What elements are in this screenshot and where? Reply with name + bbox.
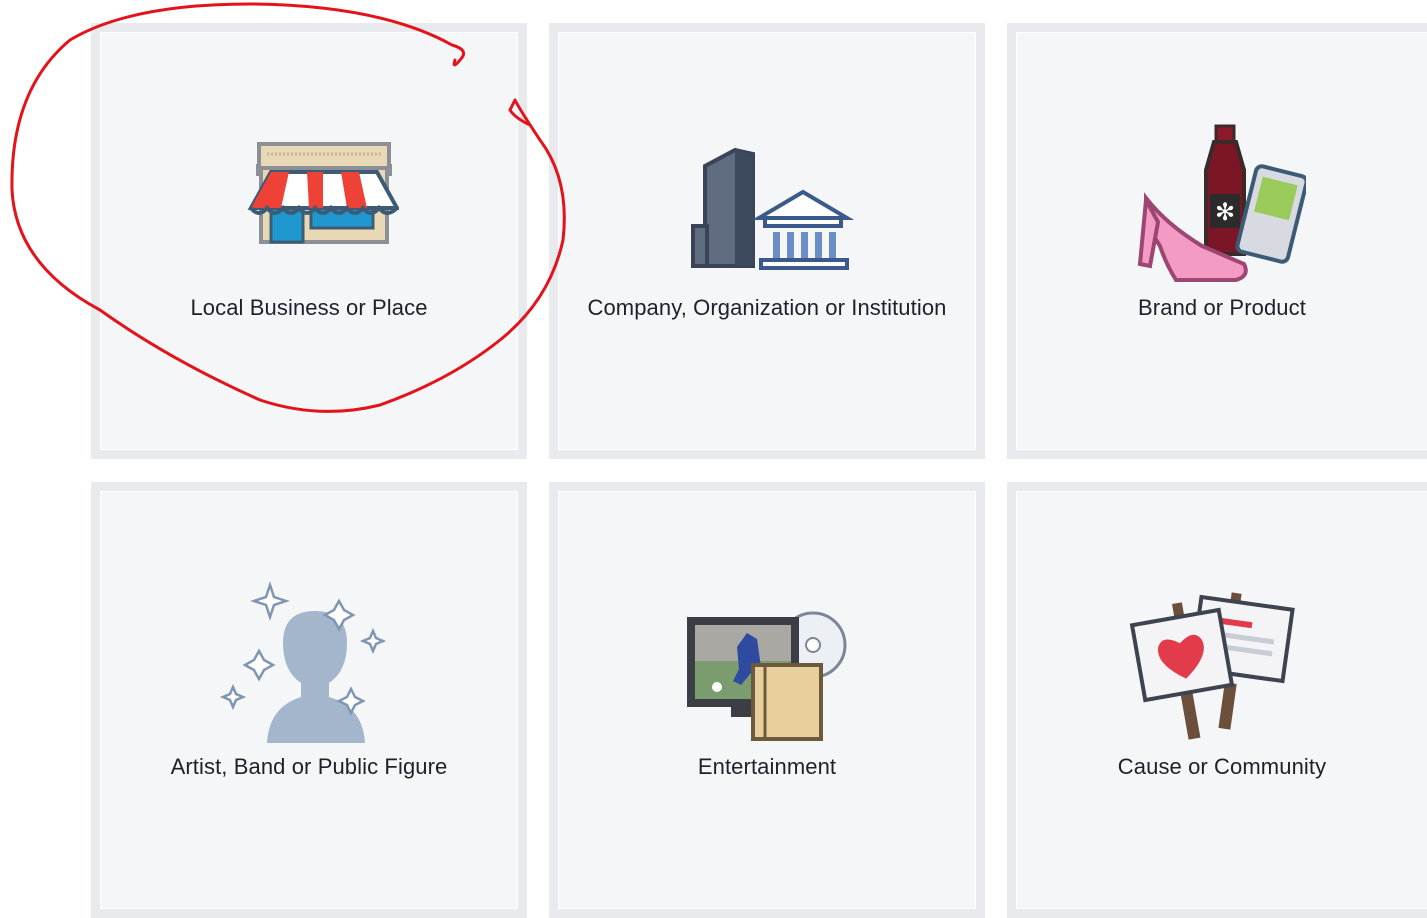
category-entertainment[interactable]: Entertainment (549, 482, 985, 918)
svg-text:✻: ✻ (1215, 198, 1235, 226)
products-icon: ✻ (1126, 114, 1306, 284)
signs-icon (1126, 573, 1306, 743)
public-figure-icon (219, 573, 399, 743)
category-local-business[interactable]: Local Business or Place (91, 23, 527, 459)
category-label: Artist, Band or Public Figure (170, 754, 448, 779)
category-brand[interactable]: ✻ Brand or Product (1007, 23, 1427, 459)
category-company[interactable]: Company, Organization or Institution (549, 23, 985, 459)
buildings-icon (677, 114, 857, 284)
category-artist[interactable]: Artist, Band or Public Figure (91, 482, 527, 918)
category-label: Company, Organization or Institution (587, 295, 947, 320)
category-label: Local Business or Place (190, 295, 428, 320)
category-label: Entertainment (697, 754, 837, 779)
category-label: Cause or Community (1117, 754, 1327, 779)
category-cause[interactable]: Cause or Community (1007, 482, 1427, 918)
category-label: Brand or Product (1138, 295, 1306, 320)
entertainment-icon (677, 573, 857, 743)
storefront-icon (219, 114, 399, 284)
